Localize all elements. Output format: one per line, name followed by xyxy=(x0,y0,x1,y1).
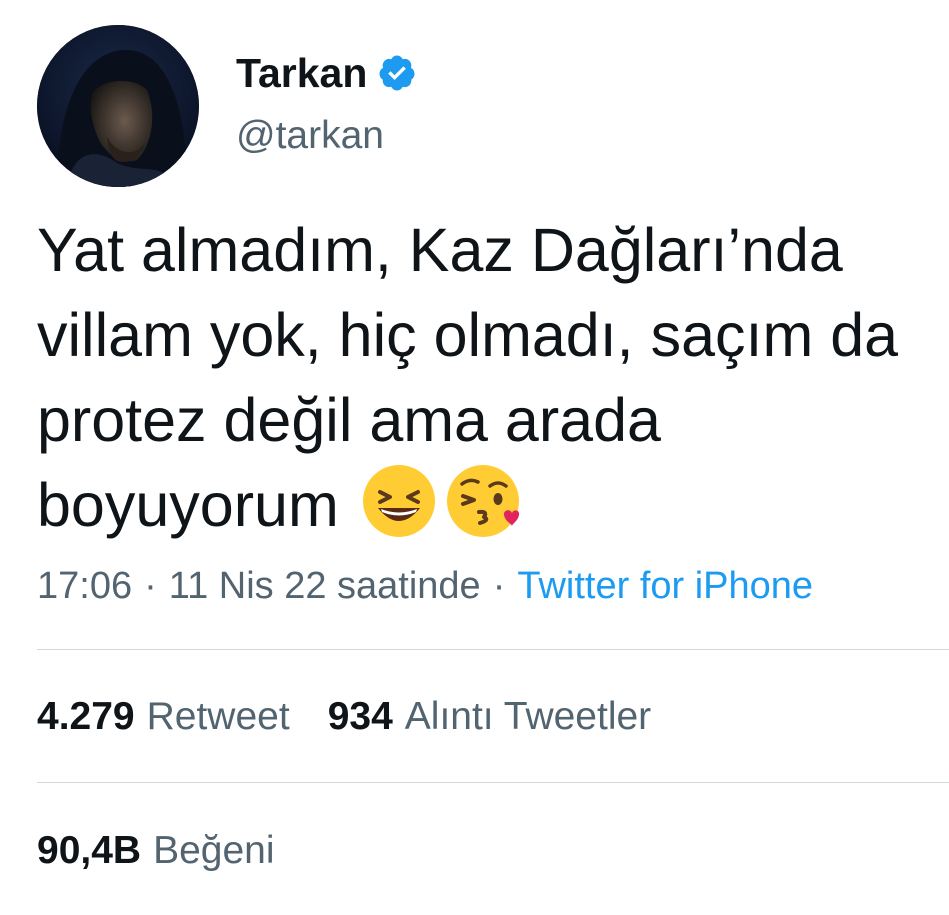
retweets-label: Retweet xyxy=(146,695,290,738)
tweet-date[interactable]: 11 Nis 22 saatinde xyxy=(169,565,481,607)
avatar[interactable] xyxy=(37,25,199,187)
quote-tweets-label: Alıntı Tweetler xyxy=(404,695,652,738)
verified-badge-icon xyxy=(377,53,417,93)
divider xyxy=(37,649,949,650)
tweet-metadata: 17:06 · 11 Nis 22 saatinde · Twitter for iPh… xyxy=(37,563,813,609)
retweets-stat[interactable]: 4.279 Retweet xyxy=(37,694,290,740)
face-blowing-kiss-emoji-icon xyxy=(446,464,520,538)
tweet-source-link[interactable]: Twitter for iPhone xyxy=(517,565,813,607)
tweet-text-line: boyuyorum xyxy=(37,471,339,539)
retweets-count: 4.279 xyxy=(37,695,135,738)
meta-separator: · xyxy=(492,565,506,607)
tweet-text-line: protez değil ama arada xyxy=(37,386,661,454)
tweet-text-line: villam yok, hiç olmadı, saçım da xyxy=(37,301,899,369)
likes-stat[interactable]: 90,4B Beğeni xyxy=(37,828,275,874)
author-handle[interactable]: @tarkan xyxy=(236,114,417,158)
engagement-stats-row: 4.279 Retweet 934 Alıntı Tweetler xyxy=(37,694,651,740)
tweet-text-line: Yat almadım, Kaz Dağları’nda xyxy=(37,216,843,284)
quote-tweets-stat[interactable]: 934 Alıntı Tweetler xyxy=(328,694,651,740)
grinning-squinting-face-emoji-icon xyxy=(362,464,436,538)
hooded-man-avatar-image xyxy=(37,25,199,187)
likes-count: 90,4B xyxy=(37,829,142,872)
tweet-time[interactable]: 17:06 xyxy=(37,565,132,607)
meta-separator: · xyxy=(144,565,157,607)
tweet-text-line-last: boyuyorum xyxy=(37,463,949,548)
tweet-text: Yat almadım, Kaz Dağları’nda villam yok,… xyxy=(37,208,949,548)
author-name-row[interactable]: Tarkan xyxy=(236,48,417,98)
divider xyxy=(37,782,949,783)
likes-stats-row: 90,4B Beğeni xyxy=(37,828,275,874)
quote-tweets-count: 934 xyxy=(327,695,393,738)
author-block: Tarkan @tarkan xyxy=(236,48,417,158)
author-name[interactable]: Tarkan xyxy=(236,48,367,98)
likes-label: Beğeni xyxy=(153,829,275,872)
